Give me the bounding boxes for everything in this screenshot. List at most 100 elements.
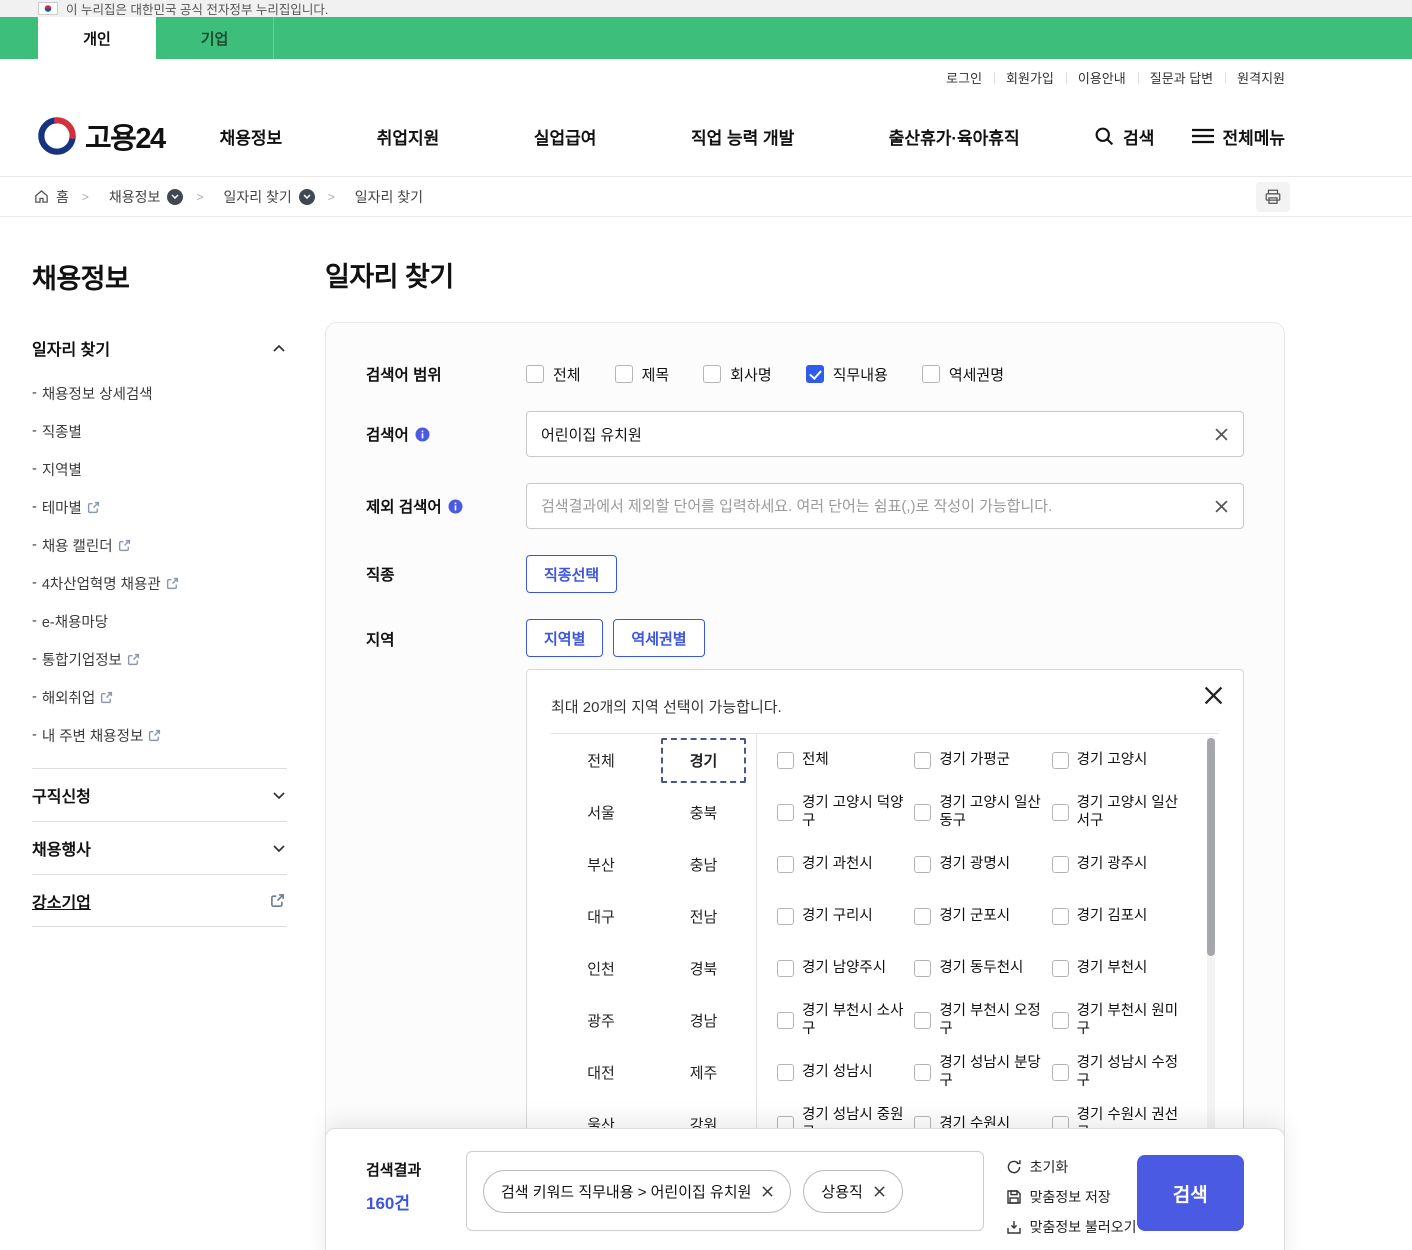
sido-item[interactable]: 충남 bbox=[651, 838, 756, 890]
header-search-button[interactable]: 검색 bbox=[1094, 124, 1154, 149]
sidebar-subitem[interactable]: 통합기업정보 bbox=[32, 640, 287, 678]
sido-item[interactable]: 경기 bbox=[651, 734, 756, 786]
filter-tag-remove-button[interactable] bbox=[762, 1185, 774, 1197]
utility-link[interactable]: 원격지원 bbox=[1225, 68, 1285, 87]
sidebar-group-hiring-events[interactable]: 채용행사 bbox=[32, 821, 287, 874]
checkbox[interactable] bbox=[914, 907, 932, 925]
sidebar-subitem[interactable]: 내 주변 채용정보 bbox=[32, 716, 287, 754]
scope-option[interactable]: 전체 bbox=[526, 364, 581, 385]
sido-item[interactable]: 경남 bbox=[651, 994, 756, 1046]
all-menu-button[interactable]: 전체메뉴 bbox=[1192, 124, 1285, 149]
sido-item[interactable]: 서울 bbox=[551, 786, 651, 838]
sido-item[interactable]: 광주 bbox=[551, 994, 651, 1046]
district-option[interactable]: 전체 bbox=[777, 734, 914, 786]
district-option[interactable]: 경기 성남시 bbox=[777, 1046, 914, 1098]
tab-by-station[interactable]: 역세권별 bbox=[613, 619, 705, 657]
scrollbar-track[interactable] bbox=[1207, 736, 1215, 1146]
reset-button[interactable]: 초기화 bbox=[1006, 1157, 1137, 1177]
utility-link[interactable]: 이용안내 bbox=[1066, 68, 1138, 87]
sido-item[interactable]: 전체 bbox=[551, 734, 651, 786]
sidebar-subitem[interactable]: 지역별 bbox=[32, 450, 287, 488]
nav-item[interactable]: 채용정보 bbox=[220, 124, 283, 149]
nav-item[interactable]: 직업 능력 개발 bbox=[691, 124, 794, 149]
checkbox[interactable] bbox=[777, 803, 794, 821]
checkbox[interactable] bbox=[914, 751, 932, 769]
checkbox[interactable] bbox=[777, 855, 794, 873]
scope-option[interactable]: 직무내용 bbox=[805, 364, 888, 385]
sidebar-subitem[interactable]: 채용 캘린더 bbox=[32, 526, 287, 564]
exclude-input[interactable] bbox=[526, 483, 1244, 529]
info-icon[interactable] bbox=[448, 499, 463, 514]
district-option[interactable]: 경기 성남시 분당구 bbox=[914, 1046, 1051, 1098]
district-option[interactable]: 경기 부천시 원미구 bbox=[1051, 994, 1189, 1046]
utility-link[interactable]: 질문과 답변 bbox=[1138, 68, 1225, 87]
jobtype-select-button[interactable]: 직종선택 bbox=[526, 555, 618, 593]
district-option[interactable]: 경기 구리시 bbox=[777, 890, 914, 942]
checkbox[interactable] bbox=[1051, 803, 1069, 821]
nav-item[interactable]: 출산휴가·육아휴직 bbox=[889, 124, 1020, 149]
checkbox[interactable] bbox=[914, 1011, 932, 1029]
checkbox[interactable] bbox=[614, 365, 633, 383]
district-option[interactable]: 경기 고양시 bbox=[1051, 734, 1189, 786]
checkbox[interactable] bbox=[1051, 1011, 1069, 1029]
sido-item[interactable]: 대구 bbox=[551, 890, 651, 942]
checkbox[interactable] bbox=[914, 959, 932, 977]
checkbox[interactable] bbox=[777, 1063, 794, 1081]
sidebar-group-job-search[interactable]: 일자리 찾기 bbox=[32, 332, 287, 374]
checkbox[interactable] bbox=[914, 803, 932, 821]
nav-item[interactable]: 취업지원 bbox=[377, 124, 440, 149]
district-option[interactable]: 경기 고양시 일산동구 bbox=[914, 786, 1051, 838]
district-option[interactable]: 경기 군포시 bbox=[914, 890, 1051, 942]
sido-item[interactable]: 충북 bbox=[651, 786, 756, 838]
scope-option[interactable]: 회사명 bbox=[703, 364, 772, 385]
utility-link[interactable]: 로그인 bbox=[934, 68, 994, 87]
district-option[interactable]: 경기 부천시 오정구 bbox=[914, 994, 1051, 1046]
checkbox[interactable] bbox=[1051, 959, 1069, 977]
district-option[interactable]: 경기 부천시 bbox=[1051, 942, 1189, 994]
checkbox[interactable] bbox=[777, 959, 794, 977]
district-option[interactable]: 경기 고양시 일산서구 bbox=[1051, 786, 1189, 838]
sidebar-subitem[interactable]: 해외취업 bbox=[32, 678, 287, 716]
district-option[interactable]: 경기 가평군 bbox=[914, 734, 1051, 786]
sidebar-subitem[interactable]: 직종별 bbox=[32, 412, 287, 450]
sidebar-subitem[interactable]: 채용정보 상세검색 bbox=[32, 374, 287, 412]
sido-item[interactable]: 부산 bbox=[551, 838, 651, 890]
sido-item[interactable]: 제주 bbox=[651, 1046, 756, 1098]
sidebar-subitem[interactable]: e-채용마당 bbox=[32, 602, 287, 640]
region-panel-close-button[interactable] bbox=[1204, 686, 1223, 708]
sidebar-subitem[interactable]: 테마별 bbox=[32, 488, 287, 526]
district-option[interactable]: 경기 과천시 bbox=[777, 838, 914, 890]
checkbox[interactable] bbox=[703, 365, 722, 383]
checkbox[interactable] bbox=[914, 855, 932, 873]
district-option[interactable]: 경기 김포시 bbox=[1051, 890, 1189, 942]
district-option[interactable]: 경기 광주시 bbox=[1051, 838, 1189, 890]
checkbox[interactable] bbox=[526, 365, 544, 383]
checkbox[interactable] bbox=[914, 1063, 932, 1081]
filter-tag-remove-button[interactable] bbox=[874, 1185, 885, 1197]
scope-option[interactable]: 역세권명 bbox=[921, 364, 1004, 385]
keyword-clear-button[interactable] bbox=[1206, 419, 1236, 449]
scrollbar-thumb[interactable] bbox=[1207, 738, 1215, 956]
nav-item[interactable]: 실업급여 bbox=[534, 124, 597, 149]
sido-item[interactable]: 인천 bbox=[551, 942, 651, 994]
sido-item[interactable]: 전남 bbox=[651, 890, 756, 942]
district-option[interactable]: 경기 동두천시 bbox=[914, 942, 1051, 994]
district-option[interactable]: 경기 남양주시 bbox=[777, 942, 914, 994]
district-option[interactable]: 경기 광명시 bbox=[914, 838, 1051, 890]
save-preferences-button[interactable]: 맞춤정보 저장 bbox=[1006, 1187, 1137, 1207]
sido-item[interactable]: 경북 bbox=[651, 942, 756, 994]
breadcrumb-item[interactable]: 채용정보 bbox=[69, 187, 184, 207]
district-option[interactable]: 경기 부천시 소사구 bbox=[777, 994, 914, 1046]
audience-tab[interactable]: 기업 bbox=[156, 17, 274, 59]
utility-link[interactable]: 회원가입 bbox=[994, 68, 1066, 87]
info-icon[interactable] bbox=[415, 427, 430, 442]
logo[interactable]: 고용24 bbox=[38, 115, 166, 157]
checkbox[interactable] bbox=[1051, 751, 1069, 769]
checkbox[interactable] bbox=[805, 365, 824, 383]
sido-item[interactable]: 대전 bbox=[551, 1046, 651, 1098]
checkbox[interactable] bbox=[1051, 907, 1069, 925]
breadcrumb-dropdown-toggle[interactable] bbox=[298, 188, 315, 205]
checkbox[interactable] bbox=[1051, 855, 1069, 873]
breadcrumb-item[interactable]: 일자리 찾기 bbox=[183, 187, 315, 207]
checkbox[interactable] bbox=[777, 1011, 794, 1029]
